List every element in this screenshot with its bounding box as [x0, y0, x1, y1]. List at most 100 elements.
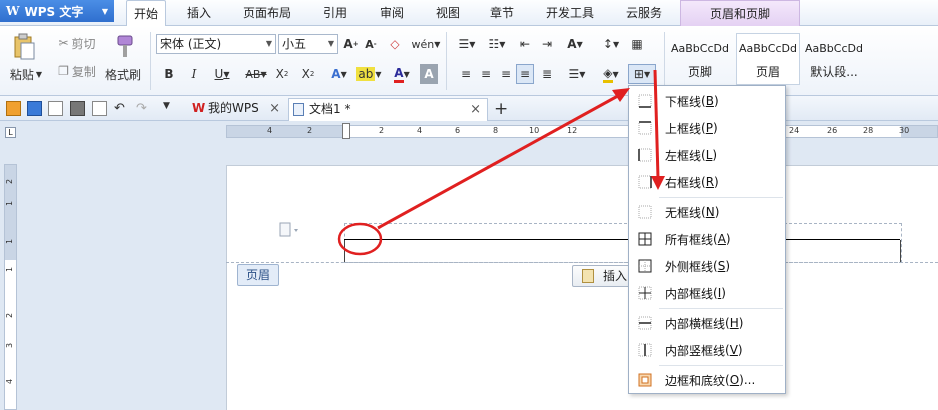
numbered-list-icon[interactable]: ☷ ▼	[484, 34, 510, 54]
new-tab-plus-icon[interactable]: +	[494, 99, 509, 119]
open-folder-icon[interactable]	[6, 101, 21, 116]
tab-cloud[interactable]: 云服务	[616, 0, 672, 26]
tab-chapter[interactable]: 章节	[480, 0, 524, 26]
customize-toolbar-icon[interactable]: ▼	[163, 101, 178, 116]
close-icon[interactable]: ×	[269, 98, 280, 119]
style-name: 默认段...	[810, 65, 858, 79]
paste-button[interactable]: 粘贴 ▼	[6, 64, 46, 84]
menu-item-no-border[interactable]: 无框线(N)	[631, 199, 783, 225]
tab-page-layout[interactable]: 页面布局	[235, 0, 299, 26]
menu-item-all-borders[interactable]: 所有框线(A)	[631, 226, 783, 252]
vertical-ruler[interactable]: 2 1 1 1 2 3 4	[4, 164, 17, 410]
text-effect-icon[interactable]: A ▼	[326, 64, 352, 84]
format-painter-icon[interactable]	[106, 32, 142, 62]
indent-marker[interactable]	[342, 123, 350, 139]
close-icon[interactable]: ×	[470, 99, 481, 120]
print-preview-icon[interactable]	[92, 101, 107, 116]
font-size-select[interactable]: 小五 ▼	[278, 34, 338, 54]
app-menu-button[interactable]: W WPS 文字 ▼	[0, 0, 114, 22]
menu-item-outside-borders[interactable]: 外侧框线(S)	[631, 253, 783, 279]
menu-item-inside-vertical-border[interactable]: 内部竖框线(V)	[631, 337, 783, 363]
strikethrough-icon[interactable]: AB ▼	[240, 64, 272, 84]
tab-home[interactable]: 开始	[126, 0, 166, 26]
format-painter-button[interactable]: 格式刷	[102, 64, 144, 84]
menu-item-top-border[interactable]: 上框线(P)	[631, 115, 783, 141]
undo-icon[interactable]: ↶	[114, 101, 129, 116]
doc-tab-my-wps[interactable]: W 我的WPS ×	[188, 98, 286, 121]
inside-borders-icon	[638, 286, 652, 300]
cut-button[interactable]: ✂ 剪切	[52, 34, 102, 52]
menu-item-label: 下框线	[665, 94, 702, 109]
paste-options-icon[interactable]	[279, 222, 299, 241]
menu-item-borders-and-shading[interactable]: 边框和底纹(O)...	[631, 367, 783, 393]
menu-item-accelerator: B	[705, 94, 714, 108]
horizontal-ruler[interactable]: 4 2 2 4 6 8 10 12 24 26 28 30	[226, 123, 938, 139]
clear-format-icon[interactable]: ◇	[386, 34, 404, 54]
menu-item-accelerator: V	[729, 343, 738, 357]
tab-stop-selector[interactable]: L	[5, 127, 16, 138]
superscript-icon[interactable]: X2	[272, 64, 292, 84]
ruler-tick-label: 24	[789, 126, 800, 135]
menu-item-right-border[interactable]: 右框线(R)	[631, 169, 783, 195]
menu-item-inside-borders[interactable]: 内部框线(I)	[631, 280, 783, 306]
style-footer[interactable]: AaBbCcDd 页脚	[668, 33, 732, 85]
font-color-icon[interactable]: A ▼	[388, 64, 416, 84]
save-icon[interactable]	[27, 101, 42, 116]
decrease-indent-icon[interactable]: ⇤	[516, 34, 534, 54]
doc-tab-document1[interactable]: 文档1 * ×	[288, 98, 488, 121]
sort-icon[interactable]: ↕ ▼	[598, 34, 624, 54]
underline-icon[interactable]: U ▼	[208, 64, 236, 84]
borders-shading-icon	[638, 373, 652, 387]
pinyin-guide-icon[interactable]: wén ▼	[412, 34, 441, 54]
menu-item-label: 右框线	[665, 175, 702, 190]
ruler-tick-label: 26	[827, 126, 838, 135]
paste-icon[interactable]	[8, 32, 40, 62]
style-header[interactable]: AaBbCcDd 页眉	[736, 33, 800, 85]
paragraph-shading-icon[interactable]: ◈ ▼	[598, 64, 624, 84]
chevron-down-icon: ▼	[265, 39, 272, 48]
tab-review[interactable]: 审阅	[370, 0, 414, 26]
copy-button[interactable]: ❐ 复制	[52, 62, 102, 80]
table-grid-icon[interactable]: ▦	[628, 34, 646, 54]
justify-icon[interactable]: ≡	[516, 64, 534, 84]
highlight-icon[interactable]: ab ▼	[354, 64, 384, 84]
tab-references[interactable]: 引用	[313, 0, 357, 26]
italic-icon[interactable]: I	[185, 64, 203, 84]
ruler-row: 4 2 2 4 6 8 10 12 24 26 28 30	[0, 121, 938, 141]
tab-view[interactable]: 视图	[426, 0, 470, 26]
char-shading-icon[interactable]: A	[420, 64, 438, 84]
line-spacing-icon[interactable]: ☰ ▼	[564, 64, 590, 84]
menu-item-bottom-border[interactable]: 下框线(B)	[631, 88, 783, 114]
font-name-select[interactable]: 宋体 (正文) ▼	[156, 34, 276, 54]
text-direction-icon[interactable]: A ▼	[562, 34, 588, 54]
tab-header-footer[interactable]: 页眉和页脚	[680, 0, 800, 26]
tab-developer[interactable]: 开发工具	[537, 0, 603, 26]
insert-page-number-button[interactable]: 插入	[572, 265, 634, 287]
bullet-list-icon[interactable]: ☰ ▼	[454, 34, 480, 54]
subscript-icon[interactable]: X2	[298, 64, 318, 84]
document-page[interactable]	[226, 165, 938, 410]
increase-indent-icon[interactable]: ⇥	[538, 34, 556, 54]
align-left-icon[interactable]: ≡	[458, 64, 474, 84]
distributed-align-icon[interactable]: ≣	[538, 64, 556, 84]
style-default-paragraph[interactable]: AaBbCcDd 默认段...	[802, 33, 866, 85]
border-dropdown-button[interactable]: ⊞ ▼	[628, 64, 656, 84]
font-size-value: 小五	[282, 37, 307, 51]
menu-item-inside-horizontal-border[interactable]: 内部横框线(H)	[631, 310, 783, 336]
divider	[664, 32, 665, 90]
style-sample: AaBbCcDd	[805, 42, 863, 55]
redo-icon[interactable]: ↷	[136, 101, 151, 116]
menu-item-left-border[interactable]: 左框线(L)	[631, 142, 783, 168]
shrink-font-icon[interactable]: A-	[362, 34, 380, 54]
grow-font-icon[interactable]: A +	[342, 34, 360, 54]
align-center-icon[interactable]: ≡	[478, 64, 494, 84]
menu-separator	[659, 197, 783, 198]
header-editing-area[interactable]	[344, 223, 902, 263]
style-gallery-more[interactable]	[868, 33, 932, 85]
print-icon[interactable]	[70, 101, 85, 116]
align-right-icon[interactable]: ≡	[498, 64, 514, 84]
menu-item-label: 内部横框线	[665, 316, 726, 331]
tab-insert[interactable]: 插入	[177, 0, 221, 26]
bold-icon[interactable]: B	[160, 64, 178, 84]
export-pdf-icon[interactable]	[48, 101, 63, 116]
